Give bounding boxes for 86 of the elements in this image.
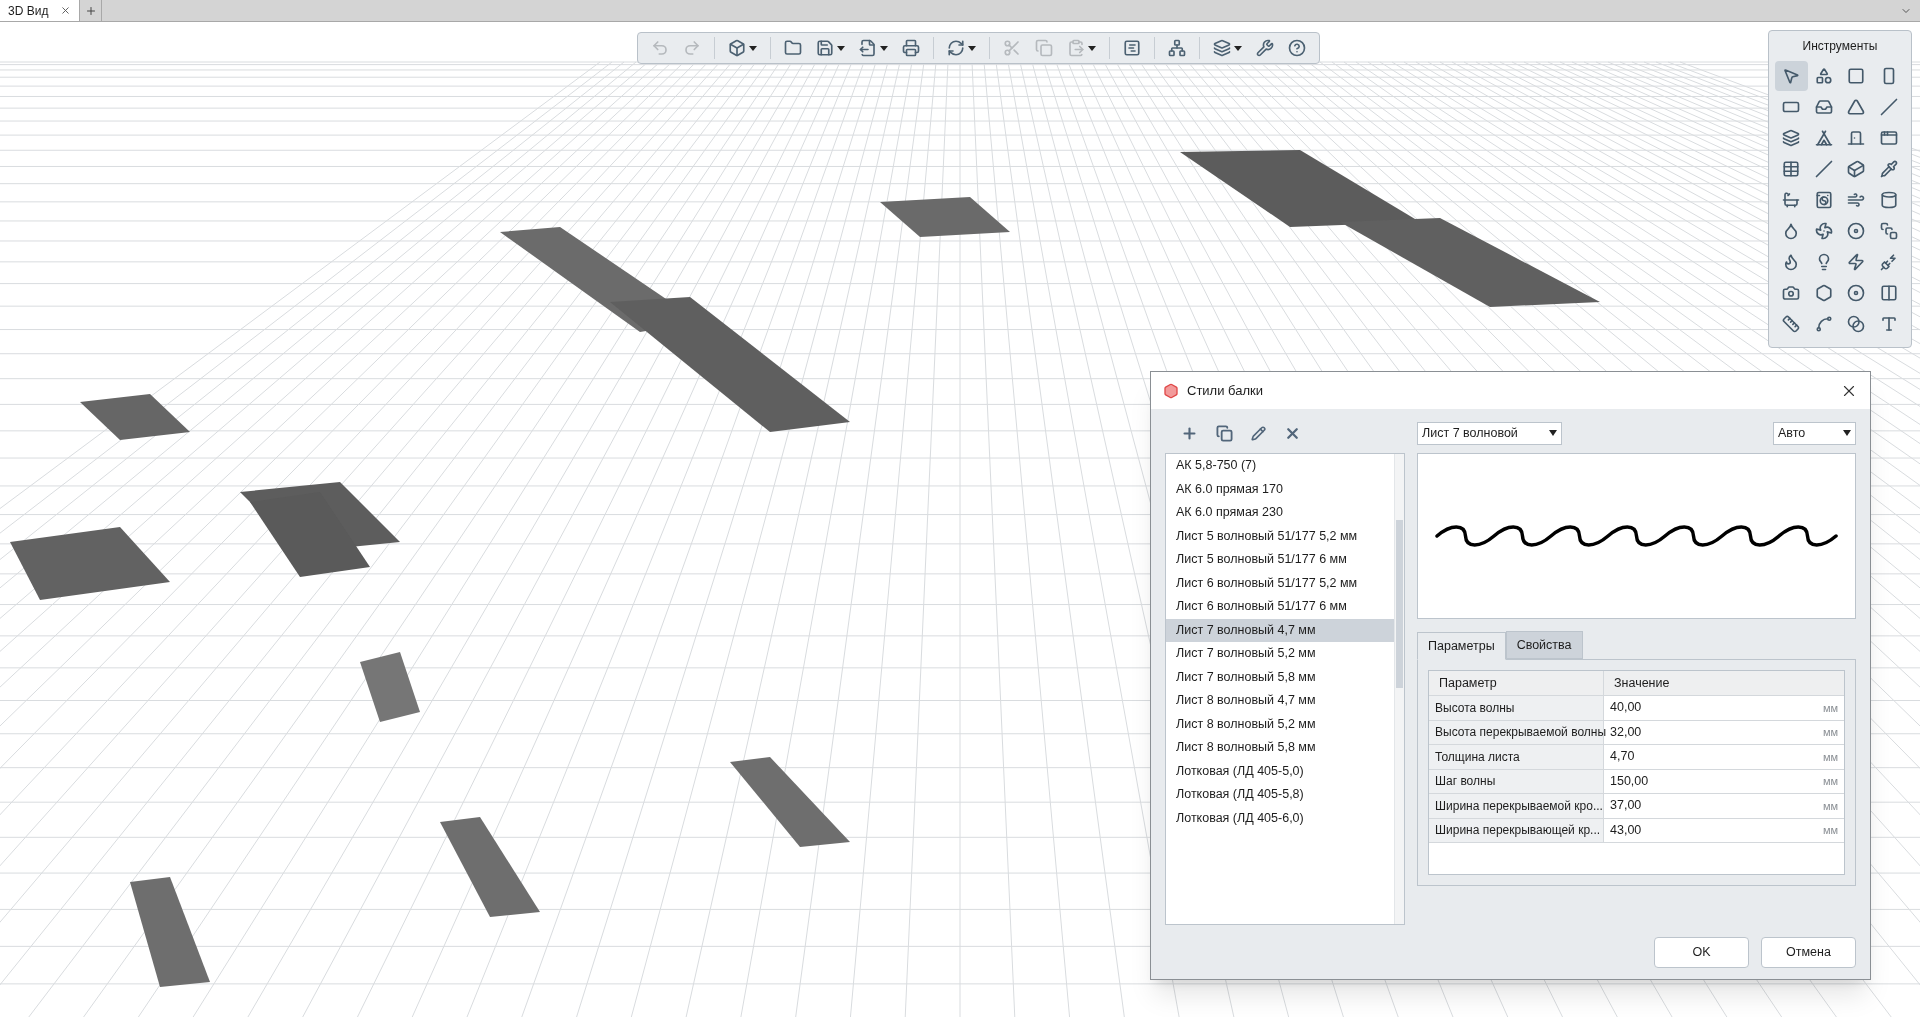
style-list-item[interactable]: Лист 6 волновый 51/177 6 мм: [1166, 595, 1394, 619]
style-list-item[interactable]: Лист 8 волновый 4,7 мм: [1166, 689, 1394, 713]
text-icon: [1879, 315, 1898, 333]
printer-icon: [902, 39, 920, 57]
parameter-value[interactable]: 32,00: [1610, 722, 1642, 742]
parameter-value[interactable]: 40,00: [1610, 698, 1642, 718]
column-header: Параметр: [1429, 671, 1604, 695]
dialog-button[interactable]: OK: [1654, 936, 1749, 968]
folder-icon: [784, 39, 802, 57]
parameter-value[interactable]: 37,00: [1610, 796, 1642, 816]
caret-icon: [837, 45, 845, 51]
panel-tab[interactable]: Свойства: [1505, 631, 1583, 659]
parameter-value[interactable]: 150,00: [1610, 771, 1649, 791]
fan-icon: [1814, 222, 1833, 240]
plus-icon: [84, 4, 97, 17]
style-list-item[interactable]: Лист 8 волновый 5,2 мм: [1166, 712, 1394, 736]
app-icon: [1163, 382, 1179, 399]
tool-button[interactable]: [1775, 61, 1808, 91]
unit-label: мм: [1822, 823, 1838, 838]
panel-tab[interactable]: Параметры: [1417, 632, 1506, 660]
parameter-value[interactable]: 43,00: [1610, 820, 1642, 840]
style-list-item[interactable]: Лист 6 волновый 51/177 5,2 мм: [1166, 571, 1394, 595]
parameter-name: Высота перекрываемой волны: [1429, 720, 1604, 744]
column-header: Значение: [1613, 674, 1671, 692]
duplicate-icon[interactable]: [1216, 424, 1233, 442]
style-list-item[interactable]: Лотковая (ЛД 405-5,8): [1166, 783, 1394, 807]
add-icon[interactable]: [1181, 424, 1198, 442]
unit-label: мм: [1822, 774, 1838, 789]
style-list-item[interactable]: Лотковая (ЛД 405-5,0): [1166, 759, 1394, 783]
layers-icon: [1213, 39, 1231, 57]
edit-icon[interactable]: [1251, 425, 1266, 441]
style-list-item[interactable]: Лист 8 волновый 5,8 мм: [1166, 736, 1394, 760]
window-icon: [1879, 129, 1898, 147]
caret-icon: [1549, 430, 1557, 436]
profile-dropdown[interactable]: Лист 7 волновой: [1417, 421, 1562, 445]
style-list-item[interactable]: Лотковая (ЛД 405-6,0): [1166, 806, 1394, 830]
caret-icon: [880, 45, 888, 51]
export-icon: [859, 39, 877, 57]
undo-icon: [651, 39, 669, 57]
scissors-icon: [1003, 39, 1021, 57]
style-list-item[interactable]: Лист 5 волновый 51/177 5,2 мм: [1166, 524, 1394, 548]
style-list-item[interactable]: АК 5,8-750 (7): [1166, 454, 1394, 478]
style-list-item[interactable]: Лист 7 волновый 5,8 мм: [1166, 665, 1394, 689]
caret-icon: [1088, 45, 1096, 51]
door-icon: [1847, 129, 1866, 147]
unit-label: мм: [1822, 700, 1838, 716]
close-icon[interactable]: [60, 5, 72, 16]
panel-title: Инструменты: [1801, 38, 1879, 55]
dialog-title: Стили балки: [1187, 381, 1263, 400]
unit-label: мм: [1822, 725, 1838, 740]
parameter-name: Ширина перекрывающей кр...: [1429, 818, 1604, 842]
spline-icon: [1814, 315, 1833, 333]
parameter-name: Толщина листа: [1429, 745, 1604, 769]
caret-icon: [1234, 45, 1242, 51]
pointer-icon: [1782, 67, 1801, 85]
parameter-name: Высота волны: [1429, 696, 1604, 720]
dialog-button[interactable]: Отмена: [1761, 936, 1856, 968]
line-icon: [1814, 160, 1833, 178]
caret-icon: [968, 45, 976, 51]
paste-icon: [1067, 39, 1085, 57]
style-list-item[interactable]: АК 6.0 прямая 170: [1166, 477, 1394, 501]
wrench-icon: [1256, 39, 1274, 57]
shapes-icon: [1814, 67, 1833, 85]
cube-icon: [728, 39, 746, 57]
style-list-item[interactable]: АК 6.0 прямая 230: [1166, 501, 1394, 525]
unit-label: мм: [1822, 798, 1838, 814]
caret-icon: [749, 45, 757, 51]
unit-label: мм: [1822, 749, 1838, 765]
washer-icon: [1814, 191, 1833, 209]
scrollbar-thumb[interactable]: [1396, 520, 1403, 688]
parameter-name: Ширина перекрываемой кро...: [1429, 794, 1604, 818]
document-tab[interactable]: 3D Вид: [0, 0, 81, 21]
sync-icon: [947, 39, 965, 57]
style-list-item[interactable]: Лист 5 волновый 51/177 6 мм: [1166, 548, 1394, 572]
help-icon: [1288, 39, 1306, 57]
parameter-name: Шаг волны: [1429, 769, 1604, 793]
scale-dropdown[interactable]: Авто: [1773, 421, 1856, 445]
electric-icon: [1847, 253, 1866, 271]
parameter-value[interactable]: 4,70: [1610, 747, 1635, 767]
style-list-item[interactable]: Лист 7 волновый 4,7 мм: [1166, 618, 1394, 642]
style-list-item[interactable]: Лист 7 волновый 5,2 мм: [1166, 642, 1394, 666]
redo-icon: [683, 39, 701, 57]
copy-icon: [1035, 39, 1053, 57]
caret-icon: [1843, 430, 1851, 436]
tree-icon: [1168, 39, 1186, 57]
save-icon: [816, 39, 834, 57]
